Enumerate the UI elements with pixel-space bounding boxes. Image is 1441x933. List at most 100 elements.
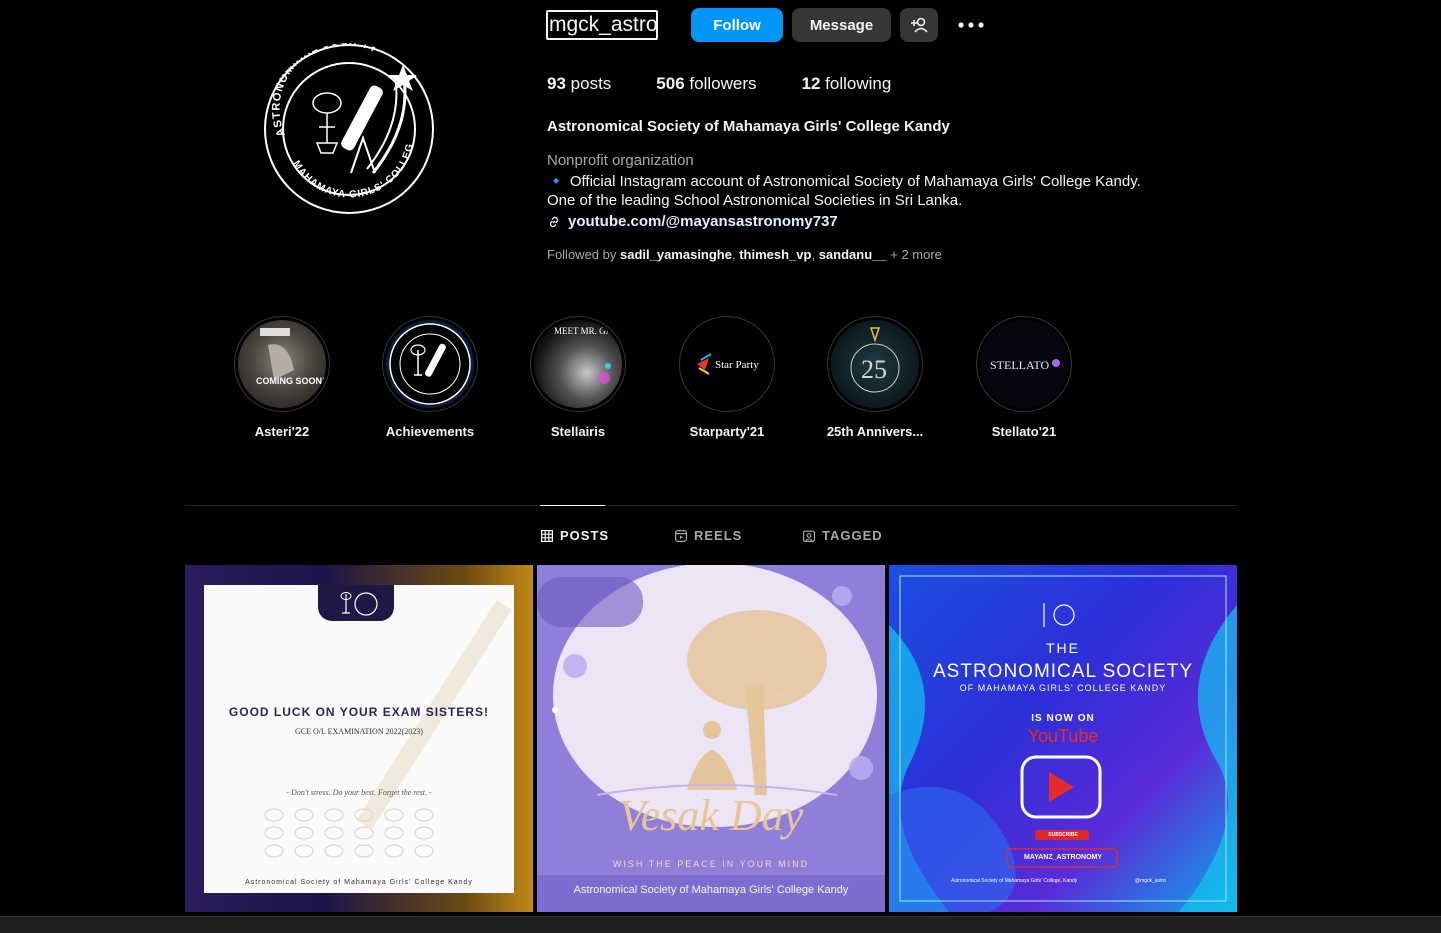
reels-icon — [675, 529, 687, 542]
highlight-cover: STELLATO — [980, 320, 1068, 408]
highlight-art-text: 25 — [861, 355, 887, 384]
post-footer: Astronomical Society of Mahamaya Girls' … — [573, 884, 849, 896]
highlight-cover: Star Party — [683, 320, 771, 408]
followers-count: 506 — [656, 74, 685, 93]
post-headline: Vesak Day — [618, 791, 804, 840]
highlight-label: Stellairis — [550, 424, 606, 439]
logo-tab — [318, 585, 394, 621]
post-subheadline: GCE O/L EXAMINATION 2022(2023) — [295, 727, 423, 736]
follower-name[interactable]: sandanu__ — [819, 247, 887, 262]
profile-avatar[interactable]: ASTRONOMICAL SOCIETY MAHAMAYA GIRLS' COL… — [259, 35, 435, 215]
post-quote: - Don't stress. Do your best. Forget the… — [286, 788, 432, 797]
tab-posts[interactable]: POSTS — [541, 528, 609, 543]
highlight-label: Achievements — [385, 424, 475, 439]
highlight-starparty21[interactable]: Star Party Starparty'21 — [667, 316, 787, 439]
highlight-art: COMING SOON! — [256, 328, 325, 386]
highlight-ring: COMING SOON! — [234, 316, 330, 412]
subscribe-label: SUBSCRIBE — [1048, 832, 1078, 838]
tab-tagged[interactable]: TAGGED — [803, 528, 883, 543]
highlight-ring — [382, 316, 478, 412]
bio-link[interactable]: youtube.com/@mayansastronomy737 — [547, 213, 838, 230]
highlight-label: Starparty'21 — [689, 424, 765, 439]
message-button[interactable]: Message — [792, 8, 891, 42]
post-line-4: IS NOW ON — [1031, 713, 1095, 724]
highlight-ring: Star Party — [679, 316, 775, 412]
follower-name[interactable]: thimesh_vp — [739, 247, 811, 262]
add-user-icon — [911, 17, 928, 33]
society-logo-icon — [389, 323, 471, 405]
society-logo: ASTRONOMICAL SOCIETY MAHAMAYA GIRLS' COL… — [259, 35, 435, 215]
highlight-art: STELLATO — [990, 358, 1060, 372]
follower-name[interactable]: sadil_yamasinghe — [620, 247, 732, 262]
highlight-art-text: COMING SOON! — [256, 376, 325, 386]
followed-by[interactable]: Followed by sadil_yamasinghe, thimesh_vp… — [547, 247, 942, 262]
tab-label: TAGGED — [822, 528, 883, 543]
channel-name: MAYANZ_ASTRONOMY — [1023, 854, 1103, 861]
followed-by-more[interactable]: + 2 more — [887, 247, 942, 262]
following-stat[interactable]: 12 following — [802, 74, 892, 94]
highlight-art-text: MEET MR. GAME — [554, 326, 622, 336]
followers-stat[interactable]: 506 followers — [656, 74, 756, 94]
highlight-label: Stellato'21 — [991, 424, 1057, 439]
post-footer: Astronomical Society of Mahamaya Girls' … — [245, 879, 473, 886]
bio-link-text[interactable]: youtube.com/@mayansastronomy737 — [568, 213, 838, 230]
highlight-label: 25th Annivers... — [826, 424, 924, 439]
highlight-label: Asteri'22 — [254, 424, 310, 439]
highlight-ring: STELLATO — [976, 316, 1072, 412]
answer-sheet-art — [264, 600, 512, 858]
highlight-art-text: STELLATO — [990, 358, 1049, 372]
post-line-3: OF MAHAMAYA GIRLS' COLLEGE KANDY — [959, 683, 1167, 693]
post-handle: @mgck_astro — [1135, 878, 1166, 884]
highlight-stellairis[interactable]: MEET MR. GAME Stellairis — [518, 316, 638, 439]
highlight-stellato21[interactable]: STELLATO Stellato'21 — [964, 316, 1084, 439]
highlight-art-text: Star Party — [715, 359, 759, 371]
post-youtube-launch[interactable]: THE ASTRONOMICAL SOCIETY OF MAHAMAYA GIR… — [889, 565, 1237, 912]
separator: , — [811, 247, 819, 262]
posts-label: posts — [570, 74, 612, 93]
posts-stat: 93 posts — [547, 74, 611, 94]
followers-label: followers — [689, 74, 757, 93]
grid-icon — [541, 529, 553, 542]
post-exam-wishes[interactable]: GOOD LUCK ON YOUR EXAM SISTERS! GCE O/L … — [185, 565, 533, 912]
highlight-cover: 25 — [831, 320, 919, 408]
highlight-ring: 25 — [827, 316, 923, 412]
following-label: following — [825, 74, 892, 93]
highlight-achievements[interactable]: Achievements — [370, 316, 490, 439]
bio-line-1: 🔹 Official Instagram account of Astronom… — [547, 173, 1141, 190]
tab-reels[interactable]: REELS — [675, 528, 742, 543]
post-line-2: ASTRONOMICAL SOCIETY — [933, 661, 1193, 682]
suggest-user-button[interactable] — [900, 8, 938, 42]
username[interactable]: mgck_astro — [546, 10, 658, 40]
more-options-icon — [958, 22, 984, 28]
highlight-25th-anniversary[interactable]: 25 25th Annivers... — [815, 316, 935, 439]
post-card: GOOD LUCK ON YOUR EXAM SISTERS! GCE O/L … — [204, 585, 514, 893]
post-vesak-day[interactable]: Vesak Day WISH THE PEACE IN YOUR MIND As… — [537, 565, 885, 912]
active-tab-indicator — [540, 505, 605, 506]
post-line-1: THE — [1046, 640, 1080, 656]
highlight-art: MEET MR. GAME — [554, 326, 622, 384]
profile-stats: 93 posts 506 followers 12 following — [547, 74, 936, 94]
highlight-cover: COMING SOON! — [238, 320, 326, 408]
more-options-button[interactable] — [953, 8, 989, 42]
followed-by-prefix: Followed by — [547, 247, 620, 262]
post-line-5: YouTube — [1027, 726, 1099, 746]
post-headline: GOOD LUCK ON YOUR EXAM SISTERS! — [228, 705, 490, 719]
highlight-art: Star Party — [697, 353, 759, 375]
posts-count: 93 — [547, 74, 566, 93]
highlight-cover: MEET MR. GAME — [534, 320, 622, 408]
highlight-asteri22[interactable]: COMING SOON! Asteri'22 — [222, 316, 342, 439]
link-icon — [549, 216, 559, 227]
post-subheadline: WISH THE PEACE IN YOUR MIND — [612, 859, 810, 869]
highlight-cover — [386, 320, 474, 408]
following-count: 12 — [801, 74, 821, 93]
highlight-ring: MEET MR. GAME — [530, 316, 626, 412]
tab-label: POSTS — [560, 528, 610, 543]
follow-button[interactable]: Follow — [691, 8, 783, 42]
post-footer: Astronomical Society of Mahamaya Girls' … — [951, 878, 1078, 884]
full-name: Astronomical Society of Mahamaya Girls' … — [547, 118, 950, 135]
tabs-divider — [185, 505, 1237, 506]
bio-line-2: One of the leading School Astronomical S… — [547, 192, 963, 209]
os-taskbar — [0, 916, 1441, 933]
category-label: Nonprofit organization — [547, 152, 694, 169]
highlight-art: 25 — [850, 327, 900, 393]
